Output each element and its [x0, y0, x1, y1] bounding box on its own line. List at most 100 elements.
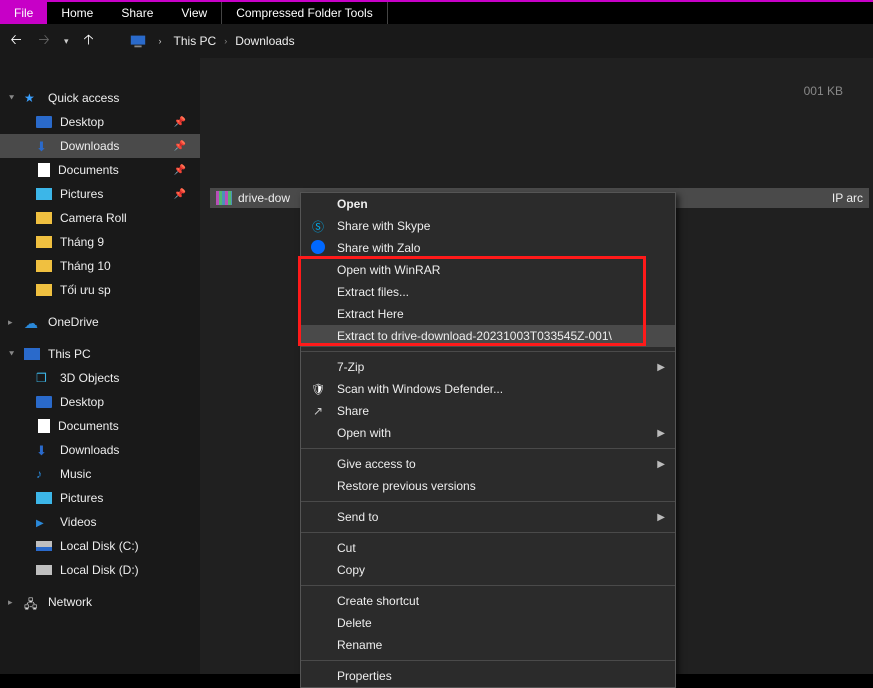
context-item-label: Share [337, 404, 369, 418]
sidebar-network[interactable]: ▸Network [0, 590, 200, 614]
context-defender-scan[interactable]: Scan with Windows Defender... [301, 378, 675, 400]
skype-icon [309, 218, 327, 235]
sidebar-item-disk-d[interactable]: Local Disk (D:) [0, 558, 200, 582]
expand-icon[interactable]: ▸ [8, 317, 16, 328]
documents-icon [38, 163, 50, 177]
tab-view[interactable]: View [167, 2, 221, 24]
submenu-arrow-icon: ▶ [657, 459, 665, 470]
context-give-access[interactable]: Give access to▶ [301, 453, 675, 475]
context-share[interactable]: Share [301, 400, 675, 422]
context-7zip[interactable]: 7-Zip▶ [301, 356, 675, 378]
context-delete[interactable]: Delete [301, 612, 675, 634]
chevron-right-icon[interactable]: › [224, 36, 227, 46]
context-cut[interactable]: Cut [301, 537, 675, 559]
context-item-label: Share with Zalo [337, 241, 420, 255]
context-item-label: Scan with Windows Defender... [337, 382, 503, 396]
expand-icon[interactable]: ▸ [8, 597, 16, 608]
context-item-label: Extract to drive-download-20231003T03354… [337, 329, 612, 343]
pin-icon: 📌 [174, 117, 186, 128]
sidebar-item-pc-desktop[interactable]: Desktop [0, 390, 200, 414]
sidebar-item-pictures[interactable]: Pictures📌 [0, 182, 200, 206]
sidebar-onedrive[interactable]: ▸OneDrive [0, 310, 200, 334]
rar-archive-icon [216, 191, 232, 205]
folder-icon [36, 212, 52, 224]
context-item-label: Rename [337, 638, 382, 652]
sidebar-item-label: Documents [58, 163, 119, 177]
tab-share[interactable]: Share [107, 2, 167, 24]
navigation-sidebar: ⯆ Quick access Desktop📌 Downloads📌 Docum… [0, 58, 200, 674]
context-extract-files[interactable]: Extract files... [301, 281, 675, 303]
context-copy[interactable]: Copy [301, 559, 675, 581]
sidebar-item-label: Videos [60, 515, 96, 529]
pin-icon: 📌 [174, 141, 186, 152]
expand-icon[interactable]: ⯆ [8, 349, 16, 360]
breadcrumb-this-pc[interactable]: This PC [174, 34, 217, 48]
sidebar-item-label: Camera Roll [60, 211, 127, 225]
sidebar-item-pc-downloads[interactable]: Downloads [0, 438, 200, 462]
sidebar-quick-access[interactable]: ⯆ Quick access [0, 86, 200, 110]
sidebar-item-label: Documents [58, 419, 119, 433]
context-item-label: Create shortcut [337, 594, 419, 608]
context-extract-to-folder[interactable]: Extract to drive-download-20231003T03354… [301, 325, 675, 347]
context-item-label: Cut [337, 541, 356, 555]
sidebar-thispc-label: This PC [48, 347, 91, 361]
tab-compressed-tools[interactable]: Compressed Folder Tools [221, 2, 388, 24]
context-create-shortcut[interactable]: Create shortcut [301, 590, 675, 612]
tab-home[interactable]: Home [47, 2, 107, 24]
nav-back-icon[interactable]: 🡠 [8, 29, 24, 53]
context-separator [301, 448, 675, 449]
path-root-dropdown-icon[interactable]: › [159, 36, 162, 46]
tab-file[interactable]: File [0, 2, 47, 24]
sidebar-item-label: Downloads [60, 139, 119, 153]
context-open-winrar[interactable]: Open with WinRAR [301, 259, 675, 281]
context-item-label: Open with WinRAR [337, 263, 440, 277]
context-separator [301, 532, 675, 533]
network-icon [24, 595, 40, 609]
context-open-with[interactable]: Open with▶ [301, 422, 675, 444]
desktop-icon [36, 116, 52, 128]
context-separator [301, 660, 675, 661]
expand-icon[interactable]: ⯆ [8, 93, 16, 104]
nav-history-dropdown-icon[interactable]: ▾ [64, 36, 69, 47]
context-item-label: Extract Here [337, 307, 404, 321]
breadcrumb-downloads[interactable]: Downloads [235, 34, 294, 48]
sidebar-item-thang10[interactable]: Tháng 10 [0, 254, 200, 278]
context-restore-versions[interactable]: Restore previous versions [301, 475, 675, 497]
context-send-to[interactable]: Send to▶ [301, 506, 675, 528]
sidebar-item-toiuusp[interactable]: Tối ưu sp [0, 278, 200, 302]
sidebar-item-videos[interactable]: Videos [0, 510, 200, 534]
sidebar-item-pc-documents[interactable]: Documents [0, 414, 200, 438]
file-type-peek: IP arc [832, 191, 863, 205]
sidebar-item-thang9[interactable]: Tháng 9 [0, 230, 200, 254]
pc-icon [24, 348, 40, 360]
shield-icon [309, 382, 327, 396]
context-open[interactable]: Open [301, 193, 675, 215]
sidebar-item-label: Tối ưu sp [60, 283, 111, 297]
context-share-skype[interactable]: Share with Skype [301, 215, 675, 237]
sidebar-item-cameraroll[interactable]: Camera Roll [0, 206, 200, 230]
nav-up-icon[interactable]: 🡡 [81, 29, 97, 53]
sidebar-quick-access-label: Quick access [48, 91, 119, 105]
submenu-arrow-icon: ▶ [657, 428, 665, 439]
file-name: drive-dow [238, 191, 290, 205]
sidebar-item-documents[interactable]: Documents📌 [0, 158, 200, 182]
context-share-zalo[interactable]: Share with Zalo [301, 237, 675, 259]
sidebar-item-music[interactable]: Music [0, 462, 200, 486]
sidebar-item-pc-pictures[interactable]: Pictures [0, 486, 200, 510]
music-icon [36, 467, 52, 481]
sidebar-item-disk-c[interactable]: Local Disk (C:) [0, 534, 200, 558]
sidebar-item-3dobjects[interactable]: 3D Objects [0, 366, 200, 390]
sidebar-this-pc[interactable]: ⯆ This PC [0, 342, 200, 366]
sidebar-item-label: Downloads [60, 443, 119, 457]
share-icon [309, 404, 327, 418]
context-rename[interactable]: Rename [301, 634, 675, 656]
context-properties[interactable]: Properties [301, 665, 675, 687]
sidebar-item-label: 3D Objects [60, 371, 119, 385]
context-item-label: Delete [337, 616, 372, 630]
sidebar-item-downloads[interactable]: Downloads 📌 [0, 134, 200, 158]
context-extract-here[interactable]: Extract Here [301, 303, 675, 325]
size-value: 001 KB [804, 84, 843, 98]
context-menu: Open Share with Skype Share with Zalo Op… [300, 192, 676, 688]
folder-icon [36, 260, 52, 272]
sidebar-item-desktop[interactable]: Desktop📌 [0, 110, 200, 134]
